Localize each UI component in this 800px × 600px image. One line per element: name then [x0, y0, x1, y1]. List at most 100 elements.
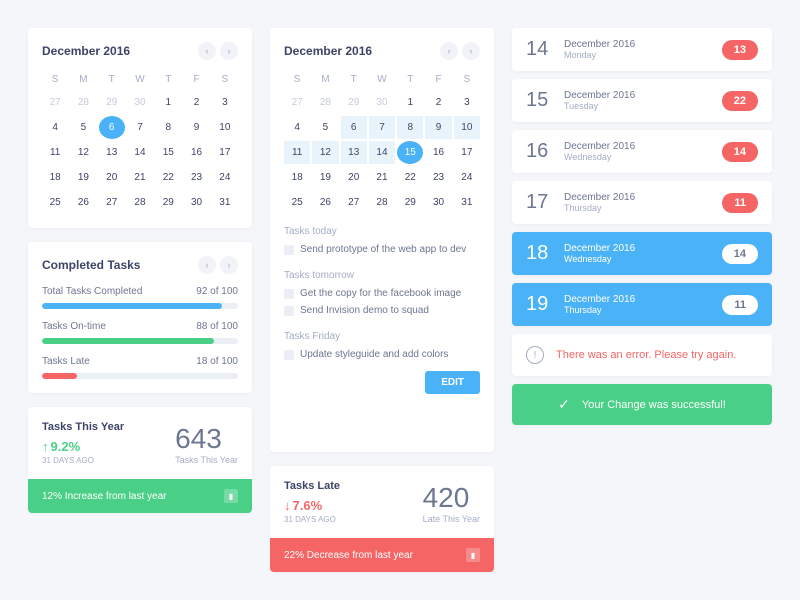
- calendar-day[interactable]: 31: [454, 191, 480, 214]
- chart-icon[interactable]: ▮: [224, 489, 238, 503]
- calendar-day[interactable]: 1: [397, 91, 423, 114]
- calendar-day[interactable]: 29: [99, 91, 125, 114]
- calendar-day[interactable]: 29: [155, 191, 181, 214]
- calendar-day[interactable]: 6: [341, 116, 367, 139]
- calendar-day[interactable]: 15: [155, 141, 181, 164]
- task-item[interactable]: Send prototype of the web app to dev: [284, 241, 480, 258]
- calendar-day[interactable]: 25: [284, 191, 310, 214]
- calendar-day[interactable]: 12: [312, 141, 338, 164]
- calendar-day[interactable]: 30: [369, 91, 395, 114]
- calendar-day[interactable]: 24: [212, 166, 238, 189]
- calendar-day[interactable]: 2: [183, 91, 209, 114]
- calendar-day[interactable]: 31: [212, 191, 238, 214]
- calendar-day[interactable]: 28: [312, 91, 338, 114]
- calendar-day[interactable]: 11: [284, 141, 310, 164]
- calendar-day[interactable]: 15: [397, 141, 423, 164]
- calendar-day[interactable]: 10: [454, 116, 480, 139]
- calendar-day[interactable]: 13: [341, 141, 367, 164]
- next-month-button[interactable]: ›: [462, 42, 480, 60]
- calendar-day[interactable]: 2: [425, 91, 451, 114]
- calendar-day[interactable]: 19: [70, 166, 96, 189]
- date-row[interactable]: 14December 2016Monday13: [512, 28, 772, 71]
- chart-icon[interactable]: ▮: [466, 548, 480, 562]
- calendar-day[interactable]: 6: [99, 116, 125, 139]
- next-button[interactable]: ›: [220, 256, 238, 274]
- calendar-day[interactable]: 3: [454, 91, 480, 114]
- calendar-day[interactable]: 23: [425, 166, 451, 189]
- tasks-this-year-card: Tasks This Year↑9.2%31 DAYS AGO643Tasks …: [28, 407, 252, 513]
- date-row[interactable]: 16December 2016Wednesday14: [512, 130, 772, 173]
- calendar-day[interactable]: 21: [369, 166, 395, 189]
- check-icon: ✓: [558, 396, 570, 413]
- calendar-day[interactable]: 5: [70, 116, 96, 139]
- calendar-day[interactable]: 26: [70, 191, 96, 214]
- calendar-day[interactable]: 22: [155, 166, 181, 189]
- prev-button[interactable]: ‹: [198, 256, 216, 274]
- date-row[interactable]: 17December 2016Thursday11: [512, 181, 772, 224]
- calendar-day[interactable]: 9: [183, 116, 209, 139]
- task-item[interactable]: Send Invision demo to squad: [284, 302, 480, 319]
- progress-bar: [42, 373, 238, 379]
- calendar-day[interactable]: 10: [212, 116, 238, 139]
- date-month: December 2016: [564, 294, 710, 305]
- task-item[interactable]: Update styleguide and add colors: [284, 346, 480, 363]
- calendar-day[interactable]: 27: [42, 91, 68, 114]
- date-row[interactable]: 19December 2016Thursday11: [512, 283, 772, 326]
- calendar-day[interactable]: 8: [155, 116, 181, 139]
- calendar-day[interactable]: 13: [99, 141, 125, 164]
- calendar-day[interactable]: 3: [212, 91, 238, 114]
- calendar-day[interactable]: 11: [42, 141, 68, 164]
- date-row[interactable]: 18December 2016Wednesday14: [512, 232, 772, 275]
- calendar-day[interactable]: 27: [341, 191, 367, 214]
- task-item[interactable]: Get the copy for the facebook image: [284, 285, 480, 302]
- calendar-day[interactable]: 22: [397, 166, 423, 189]
- calendar-day[interactable]: 14: [127, 141, 153, 164]
- checkbox[interactable]: [284, 306, 294, 316]
- date-row[interactable]: 15December 2016Tuesday22: [512, 79, 772, 122]
- calendar-day[interactable]: 28: [127, 191, 153, 214]
- calendar-day[interactable]: 17: [212, 141, 238, 164]
- calendar-day[interactable]: 16: [425, 141, 451, 164]
- calendar-day[interactable]: 9: [425, 116, 451, 139]
- calendar-day[interactable]: 30: [425, 191, 451, 214]
- calendar-day[interactable]: 29: [341, 91, 367, 114]
- task-group-label: Tasks Friday: [284, 331, 480, 342]
- checkbox[interactable]: [284, 245, 294, 255]
- calendar-day[interactable]: 23: [183, 166, 209, 189]
- calendar-day[interactable]: 8: [397, 116, 423, 139]
- calendar-day[interactable]: 25: [42, 191, 68, 214]
- calendar-day[interactable]: 12: [70, 141, 96, 164]
- calendar-day[interactable]: 1: [155, 91, 181, 114]
- calendar-day[interactable]: 29: [397, 191, 423, 214]
- calendar-day[interactable]: 14: [369, 141, 395, 164]
- calendar-day[interactable]: 17: [454, 141, 480, 164]
- calendar-day[interactable]: 7: [127, 116, 153, 139]
- task-text: Update styleguide and add colors: [300, 349, 448, 360]
- calendar-day[interactable]: 7: [369, 116, 395, 139]
- calendar-day[interactable]: 30: [127, 91, 153, 114]
- calendar-day[interactable]: 20: [341, 166, 367, 189]
- calendar-day[interactable]: 28: [70, 91, 96, 114]
- calendar-day[interactable]: 4: [284, 116, 310, 139]
- next-month-button[interactable]: ›: [220, 42, 238, 60]
- calendar-day[interactable]: 4: [42, 116, 68, 139]
- calendar-day[interactable]: 18: [284, 166, 310, 189]
- edit-button[interactable]: EDIT: [425, 371, 480, 394]
- calendar-day[interactable]: 16: [183, 141, 209, 164]
- calendar-day[interactable]: 19: [312, 166, 338, 189]
- checkbox[interactable]: [284, 350, 294, 360]
- calendar-day[interactable]: 30: [183, 191, 209, 214]
- calendar-day[interactable]: 27: [99, 191, 125, 214]
- prev-month-button[interactable]: ‹: [198, 42, 216, 60]
- calendar-day[interactable]: 24: [454, 166, 480, 189]
- calendar-day[interactable]: 5: [312, 116, 338, 139]
- prev-month-button[interactable]: ‹: [440, 42, 458, 60]
- calendar-day[interactable]: 28: [369, 191, 395, 214]
- task-group-label: Tasks today: [284, 226, 480, 237]
- calendar-day[interactable]: 18: [42, 166, 68, 189]
- calendar-day[interactable]: 26: [312, 191, 338, 214]
- calendar-day[interactable]: 27: [284, 91, 310, 114]
- checkbox[interactable]: [284, 289, 294, 299]
- calendar-day[interactable]: 21: [127, 166, 153, 189]
- calendar-day[interactable]: 20: [99, 166, 125, 189]
